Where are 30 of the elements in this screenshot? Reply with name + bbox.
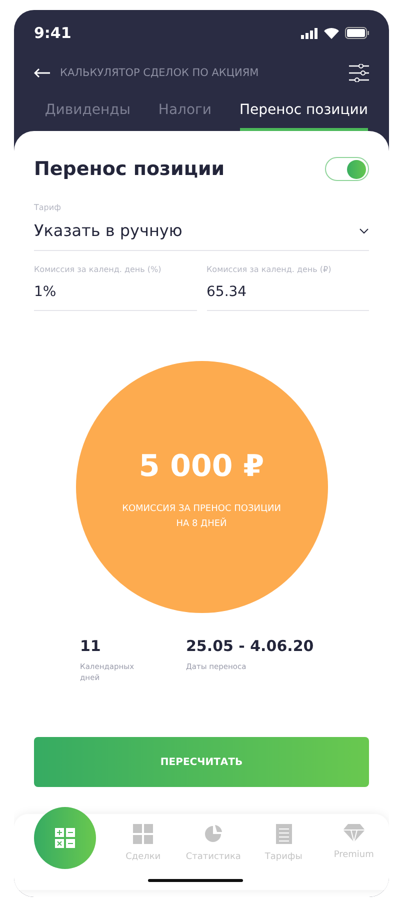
tab[interactable]: Налоги (158, 102, 212, 131)
back-arrow-icon[interactable] (34, 68, 50, 78)
field-label: Комиссия за календ. день (%) (34, 265, 162, 274)
signal-icon (301, 28, 318, 38)
calculator-icon (55, 828, 75, 848)
field-label: Комиссия за календ. день (₽) (206, 265, 332, 274)
status-time: 9:41 (34, 24, 72, 42)
field-label: Тариф (34, 203, 62, 212)
battery-icon (345, 27, 369, 39)
commission-caption: КОМИССИЯ ЗА ПРЕНОС ПОЗИЦИИ НА 8 ДНЕЙ (122, 502, 281, 530)
chevron-down-icon (359, 228, 369, 234)
stat-value: 25.05 - 4.06.20 (186, 637, 314, 655)
grid-icon (133, 824, 154, 844)
screen-title: КАЛЬКУЛЯТОР СДЕЛОК ПО АКЦИЯМ (60, 67, 260, 79)
nav-item[interactable]: Premium (318, 824, 389, 860)
recalculate-button[interactable]: ПЕРЕСЧИТАТЬ (34, 737, 369, 787)
toggle-switch[interactable] (325, 157, 369, 181)
pie-chart-icon (203, 824, 224, 844)
card-title: Перенос позиции (34, 158, 225, 180)
tab[interactable]: Дивиденды (44, 102, 130, 131)
stat-value: 11 (80, 637, 102, 655)
commission-amount: 5 000 ₽ (138, 448, 264, 484)
diamond-icon (342, 824, 365, 842)
nav-item[interactable]: Тарифы (248, 824, 319, 862)
tariff-dropdown[interactable]: Указать в ручную (34, 212, 369, 251)
document-icon (276, 824, 292, 844)
nav-item[interactable]: Статистика (178, 824, 248, 862)
settings-sliders-icon[interactable] (349, 64, 369, 82)
nav-item[interactable]: Сделки (108, 824, 178, 862)
wifi-icon (324, 28, 339, 38)
